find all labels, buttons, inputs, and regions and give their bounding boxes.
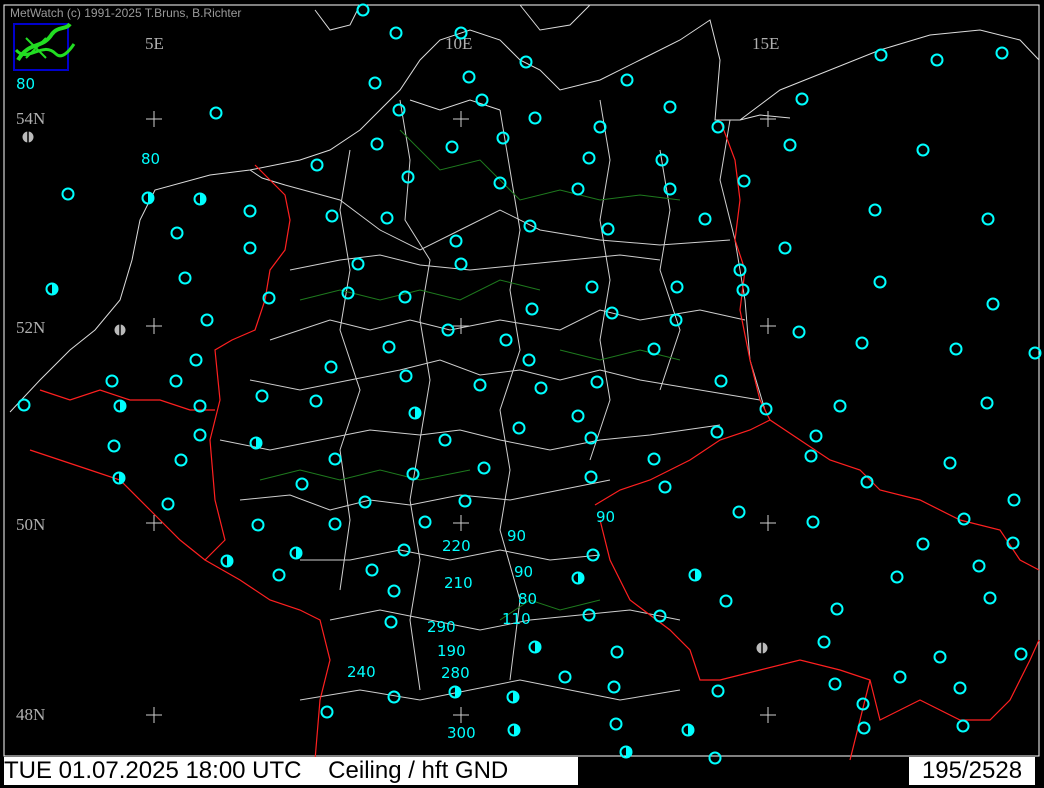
- ceiling-label: 90: [507, 527, 526, 545]
- ceiling-label: 80: [16, 75, 35, 93]
- lat-label: 52N: [16, 318, 45, 337]
- ceiling-label: 80: [518, 590, 537, 608]
- credit-text: MetWatch (c) 1991-2025 T.Bruns, B.Richte…: [10, 6, 242, 20]
- metwatch-logo-icon: [13, 22, 76, 71]
- station-missing-icon: [22, 131, 34, 143]
- ceiling-label: 80: [141, 150, 160, 168]
- station-missing-icon: [114, 324, 126, 336]
- ceiling-label: 110: [502, 610, 531, 628]
- lon-label: 10E: [445, 34, 472, 53]
- ceiling-label: 210: [444, 574, 473, 592]
- ceiling-label: 220: [442, 537, 471, 555]
- lon-label: 15E: [752, 34, 779, 53]
- ceiling-label: 90: [514, 563, 533, 581]
- ceiling-label: 90: [596, 508, 615, 526]
- lat-label: 54N: [16, 109, 45, 128]
- ceiling-label: 290: [427, 618, 456, 636]
- lon-label: 5E: [145, 34, 164, 53]
- lat-label: 50N: [16, 515, 45, 534]
- weather-map: 5E 10E 15E 54N 52N 50N 48N 80 80 90 90 2…: [0, 0, 1044, 788]
- ceiling-label: 300: [447, 724, 476, 742]
- station-missing-icon: [756, 642, 768, 654]
- map-background: [0, 0, 1044, 788]
- station-counter: 195/2528: [909, 757, 1035, 785]
- lat-label: 48N: [16, 705, 45, 724]
- status-label: TUE 01.07.2025 18:00 UTC Ceiling / hft G…: [4, 757, 578, 785]
- ceiling-label: 280: [441, 664, 470, 682]
- ceiling-label: 240: [347, 663, 376, 681]
- ceiling-label: 190: [437, 642, 466, 660]
